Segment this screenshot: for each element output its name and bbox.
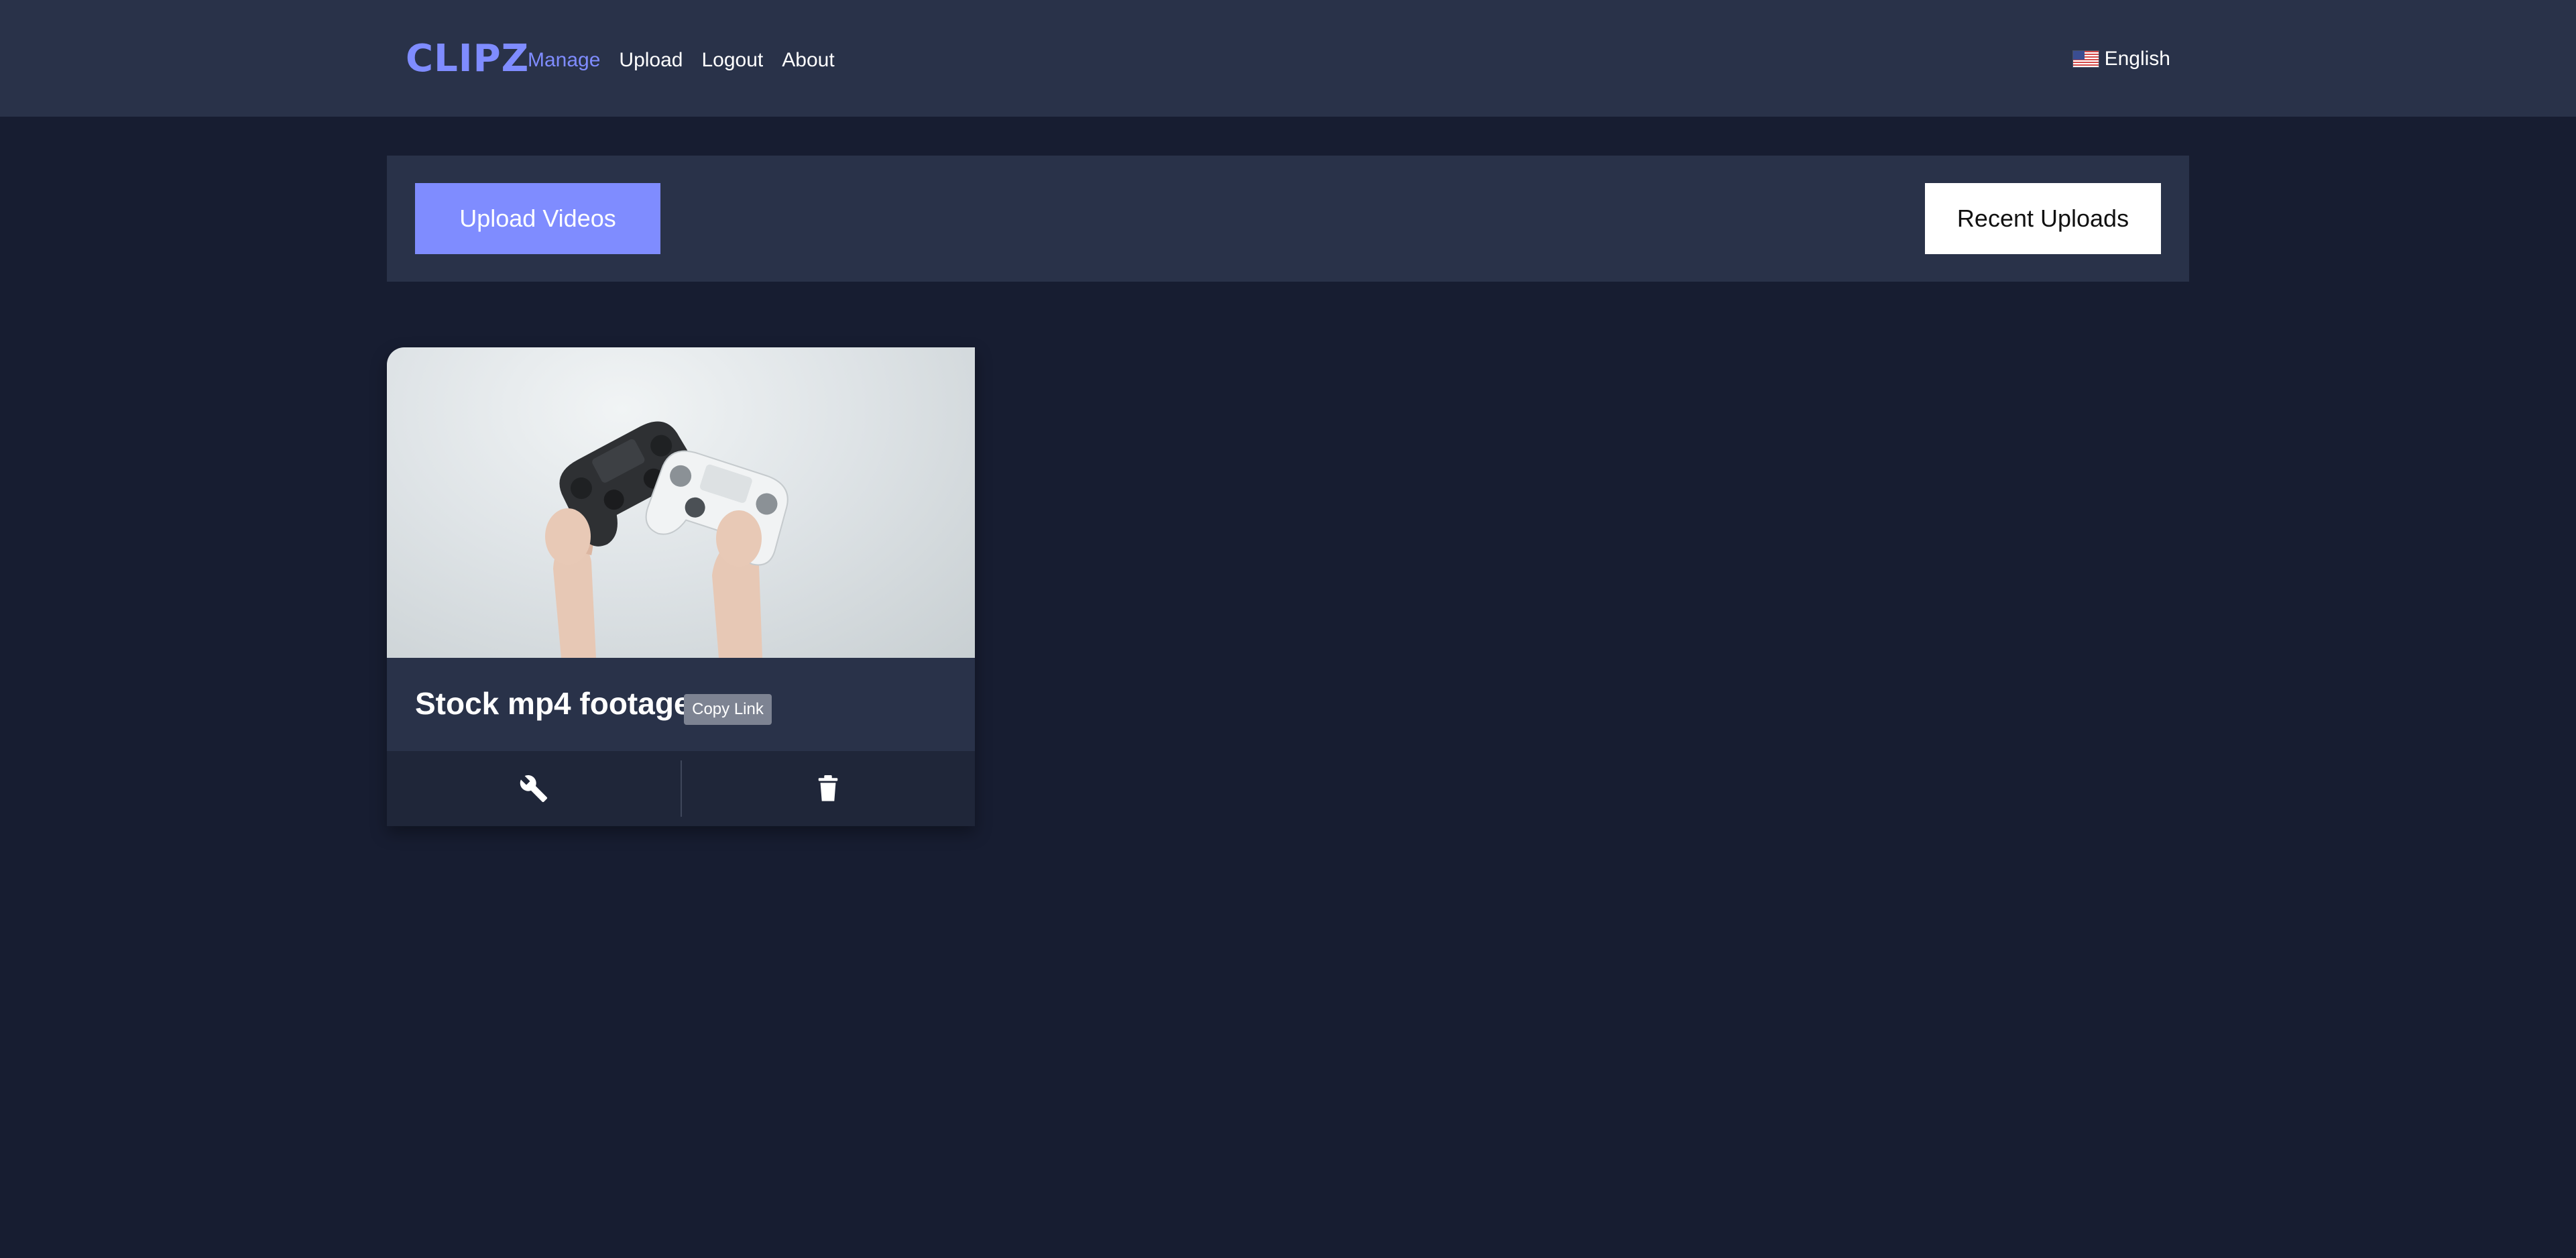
clip-title[interactable]: Stock mp4 footage [415, 685, 691, 722]
nav-logout-link[interactable]: Logout [702, 46, 764, 75]
game-controllers-image [545, 421, 788, 658]
us-flag-icon [2072, 51, 2099, 67]
flag-canton [2072, 51, 2085, 60]
logo[interactable]: CLIPZ [406, 35, 529, 83]
delete-clip-button[interactable] [682, 751, 976, 826]
manage-toolbar: Upload Videos Recent Uploads [387, 156, 2189, 282]
edit-clip-button[interactable] [387, 751, 681, 826]
sort-recent-uploads-button[interactable]: Recent Uploads [1925, 183, 2161, 254]
nav-manage-link[interactable]: Manage [528, 46, 600, 75]
top-navbar: CLIPZ Manage Upload Logout About English [0, 0, 2576, 117]
main-nav: Manage Upload Logout About [528, 46, 835, 75]
clip-thumbnail[interactable] [387, 347, 975, 658]
clip-info: Stock mp4 footage [387, 658, 975, 762]
nav-about-link[interactable]: About [782, 46, 834, 75]
clip-card: Stock mp4 footage [387, 347, 975, 826]
language-selector[interactable]: English [2072, 44, 2170, 74]
trash-icon [818, 775, 838, 801]
copy-link-button[interactable]: Copy Link [684, 694, 772, 725]
clip-actions [387, 751, 975, 826]
upload-videos-button[interactable]: Upload Videos [415, 183, 660, 254]
nav-upload-link[interactable]: Upload [619, 46, 683, 75]
language-label: English [2104, 48, 2170, 70]
wrench-icon [520, 775, 547, 803]
